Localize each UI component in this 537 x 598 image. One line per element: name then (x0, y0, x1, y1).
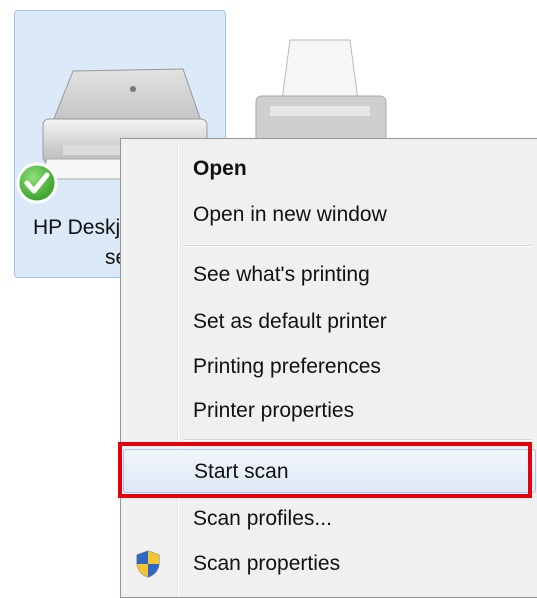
menu-item-set-default-printer[interactable]: Set as default printer (123, 300, 536, 344)
menu-separator (183, 439, 532, 441)
menu-item-scan-profiles[interactable]: Scan profiles... (123, 497, 536, 541)
menu-item-label: Printer properties (193, 399, 355, 422)
context-menu: Open Open in new window See what's print… (120, 138, 537, 598)
menu-item-label: Scan profiles... (193, 507, 332, 530)
menu-item-see-whats-printing[interactable]: See what's printing (123, 253, 536, 297)
default-printer-check-icon (15, 161, 59, 210)
printer-tile-second[interactable] (250, 30, 390, 155)
menu-item-label: Open in new window (193, 203, 387, 226)
menu-separator (183, 245, 532, 247)
menu-item-open[interactable]: Open (123, 147, 536, 191)
menu-item-scan-properties[interactable]: Scan properties (123, 542, 536, 586)
shield-icon (135, 550, 161, 583)
menu-item-label: Set as default printer (193, 310, 387, 333)
start-scan-highlight (118, 442, 532, 498)
menu-item-open-new-window[interactable]: Open in new window (123, 193, 536, 237)
menu-item-label: Scan properties (193, 552, 341, 575)
menu-item-label: Printing preferences (193, 355, 381, 378)
menu-item-printer-properties[interactable]: Printer properties (123, 389, 536, 433)
menu-item-printing-preferences[interactable]: Printing preferences (123, 345, 536, 389)
menu-item-label: See what's printing (193, 263, 370, 286)
menu-item-label: Open (193, 157, 247, 180)
